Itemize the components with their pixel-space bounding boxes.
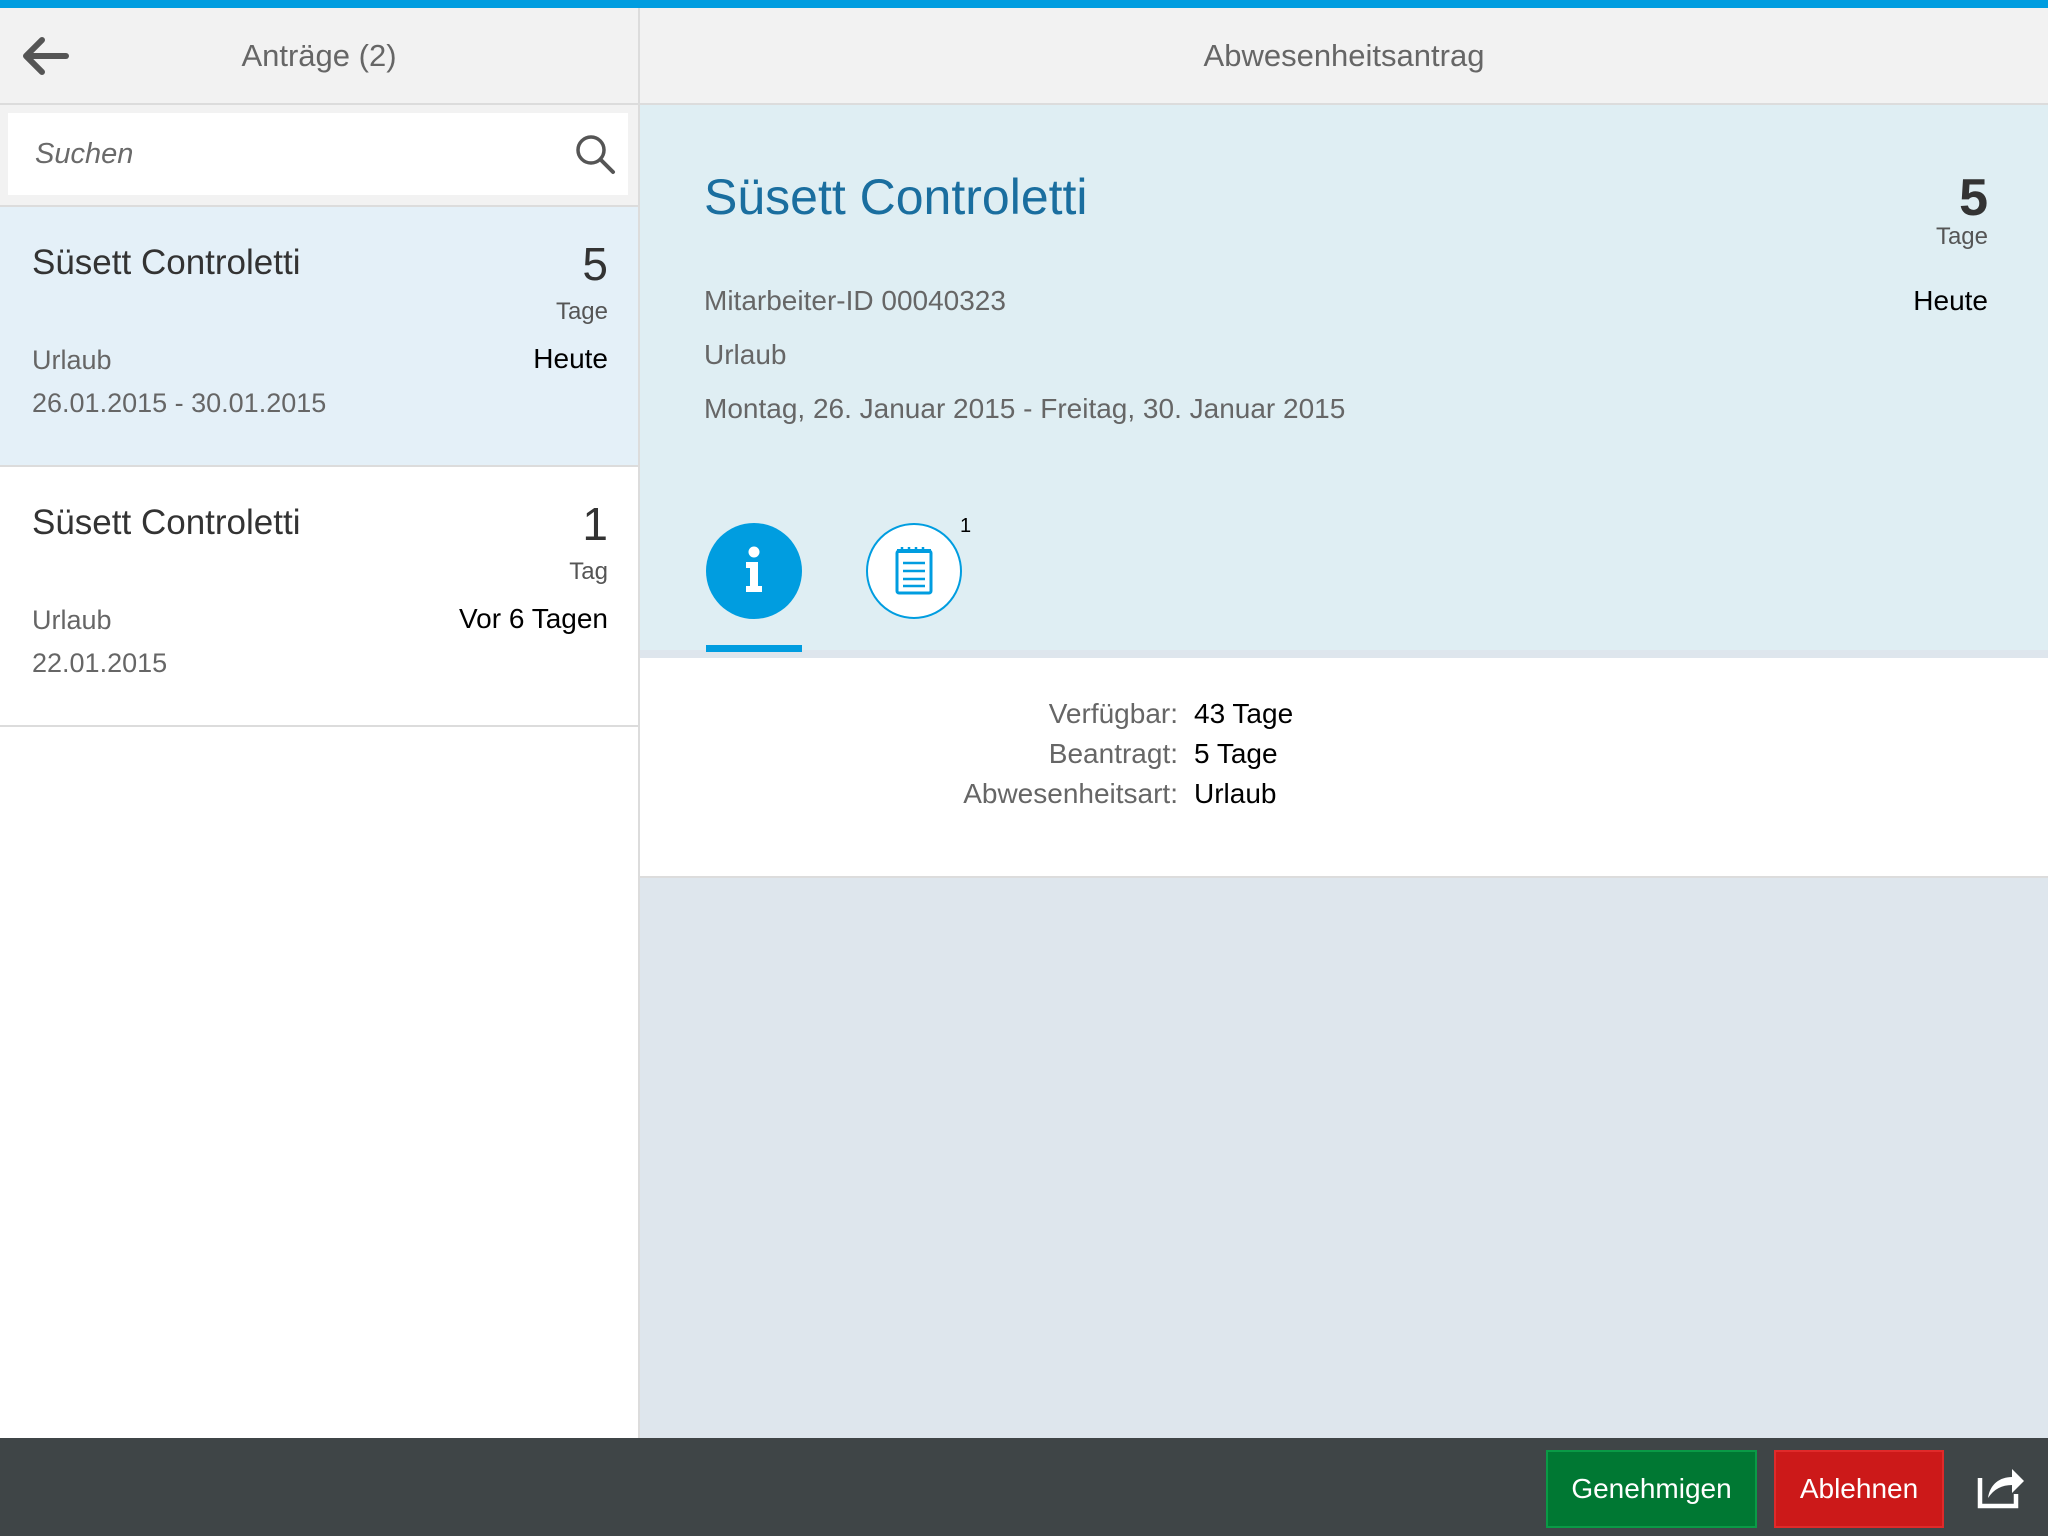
form-value: 43 Tage — [1194, 698, 1294, 729]
arrow-left-icon — [23, 37, 69, 75]
item-status: Heute — [533, 343, 608, 374]
share-button[interactable] — [1976, 1462, 2026, 1510]
tab-info[interactable] — [706, 523, 802, 619]
info-form: Verfügbar: 43 Tage Beantragt: 5 Tage Abw… — [640, 658, 2048, 878]
absence-type: Urlaub — [704, 339, 787, 370]
form-value: Urlaub — [1194, 778, 1277, 809]
item-number: 1 — [582, 498, 608, 550]
form-label: Beantragt: — [1048, 738, 1178, 769]
master-header: Anträge (2) — [0, 8, 638, 105]
form-label: Abwesenheitsart: — [963, 778, 1178, 809]
object-number-unit: Tage — [1935, 223, 1988, 250]
search-button[interactable] — [574, 133, 616, 175]
item-dates: 26.01.2015 - 30.01.2015 — [32, 388, 327, 418]
item-unit: Tag — [569, 558, 608, 585]
tab-notes-count: 1 — [960, 515, 972, 537]
tab-selection-indicator — [706, 645, 802, 652]
master-title: Anträge (2) — [241, 38, 397, 73]
form-row: Abwesenheitsart: Urlaub — [640, 778, 2048, 818]
form-value: 5 Tage — [1194, 738, 1278, 769]
notes-icon — [895, 547, 933, 595]
item-type: Urlaub — [32, 605, 112, 635]
item-name: Süsett Controletti — [32, 503, 301, 542]
list-item[interactable]: Süsett Controletti 5 Tage Urlaub Heute 2… — [0, 207, 638, 467]
item-dates: 22.01.2015 — [32, 648, 168, 678]
form-label: Verfügbar: — [1048, 698, 1178, 729]
approve-button[interactable]: Genehmigen — [1546, 1450, 1757, 1528]
footer-toolbar: Genehmigen Ablehnen — [0, 1438, 2048, 1536]
info-icon — [746, 546, 762, 592]
back-button[interactable] — [20, 36, 70, 76]
item-number: 5 — [582, 238, 608, 290]
item-name: Süsett Controletti — [32, 243, 301, 282]
top-accent-bar — [0, 0, 2048, 8]
list-item[interactable]: Süsett Controletti 1 Tag Urlaub Vor 6 Ta… — [0, 467, 638, 727]
form-row: Verfügbar: 43 Tage — [640, 698, 2048, 738]
form-row: Beantragt: 5 Tage — [640, 738, 2048, 778]
item-status: Vor 6 Tagen — [459, 603, 608, 634]
object-title: Süsett Controletti — [704, 169, 1088, 225]
reject-button[interactable]: Ablehnen — [1774, 1450, 1944, 1528]
detail-panel: Abwesenheitsantrag Süsett Controletti 5 … — [640, 8, 2048, 1438]
detail-title: Abwesenheitsantrag — [640, 8, 2048, 105]
item-unit: Tage — [555, 298, 608, 325]
object-number: 5 — [1959, 169, 1988, 227]
share-icon — [1977, 1469, 2024, 1509]
object-status: Heute — [1913, 285, 1988, 316]
search-input[interactable] — [8, 113, 555, 195]
tab-notes[interactable] — [866, 523, 962, 619]
absence-period: Montag, 26. Januar 2015 - Freitag, 30. J… — [704, 393, 1346, 424]
employee-id: Mitarbeiter-ID 00040323 — [704, 285, 1006, 316]
item-type: Urlaub — [32, 345, 112, 375]
search-icon — [576, 135, 615, 174]
search-field — [8, 113, 628, 195]
master-panel: Anträge (2) Süsett Controletti 5 Tage Ur… — [0, 8, 638, 1438]
search-bar — [0, 105, 638, 207]
object-header: Süsett Controletti 5 Tage Mitarbeiter-ID… — [640, 105, 2048, 652]
